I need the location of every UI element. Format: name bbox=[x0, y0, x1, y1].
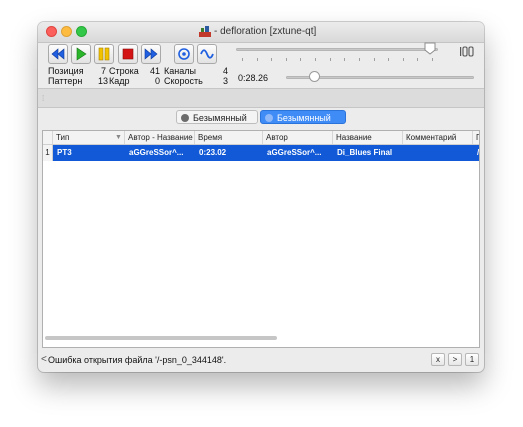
frame-value: 0 bbox=[154, 76, 160, 86]
column-header-type[interactable]: Тип ▼ bbox=[53, 131, 125, 144]
channels-label: Каналы bbox=[164, 66, 196, 76]
channels-value: 4 bbox=[222, 66, 228, 76]
status-values-col2: 41 0 bbox=[148, 66, 160, 86]
frame-label: Кадр bbox=[109, 76, 130, 86]
speed-label: Скорость bbox=[164, 76, 203, 86]
play-icon bbox=[76, 47, 87, 61]
status-values-col3: 4 3 bbox=[220, 66, 228, 86]
previous-track-button[interactable] bbox=[48, 44, 68, 64]
volume-tick-mark bbox=[242, 58, 243, 61]
status-bar: < Ошибка открытия файла '/-psn_0_344148'… bbox=[38, 352, 484, 372]
playlist-header: Тип ▼ Автор - Название Время Автор Назва… bbox=[43, 131, 479, 145]
window-title: - defloration [zxtune-qt] bbox=[214, 26, 317, 37]
cell-time: 0:23.02 bbox=[199, 148, 227, 157]
row-number: 1 bbox=[43, 145, 53, 161]
cell-author: aGGreSSor^... bbox=[267, 148, 322, 157]
column-header-author-title[interactable]: Автор - Название bbox=[125, 131, 195, 144]
rewind-icon bbox=[51, 48, 65, 60]
cell-extra: / bbox=[477, 148, 480, 157]
volume-tick-mark bbox=[358, 58, 360, 61]
cell-comment bbox=[403, 145, 473, 161]
status-labels-col2: Строка Кадр bbox=[109, 66, 139, 86]
tab-close-icon[interactable] bbox=[181, 114, 189, 122]
header-rownum bbox=[43, 131, 53, 144]
column-header-time[interactable]: Время bbox=[195, 131, 263, 144]
status-labels-col1: Позиция Паттерн bbox=[48, 66, 84, 86]
app-icon bbox=[199, 26, 211, 37]
speed-value: 3 bbox=[222, 76, 228, 86]
playback-mode-button[interactable] bbox=[174, 44, 194, 64]
seek-slider-thumb[interactable] bbox=[308, 71, 320, 82]
sort-indicator-icon: ▼ bbox=[115, 134, 122, 141]
stop-icon bbox=[122, 48, 134, 60]
title-bar: - defloration [zxtune-qt] bbox=[38, 22, 484, 43]
message-count: 1 bbox=[465, 353, 479, 366]
column-header-comment[interactable]: Комментарий bbox=[403, 131, 473, 144]
cell-type: PT3 bbox=[57, 148, 72, 157]
tab-label: Безымянный bbox=[193, 113, 247, 123]
playback-toolbar bbox=[38, 42, 484, 66]
row-label: Строка bbox=[109, 66, 139, 76]
grip-handle-icon[interactable]: ⁞ bbox=[42, 94, 44, 103]
tab-playlist-1[interactable]: Безымянный bbox=[176, 110, 258, 124]
app-window: - defloration [zxtune-qt] Позиция Паттер… bbox=[38, 22, 484, 372]
volume-tick-mark bbox=[417, 58, 419, 61]
horizontal-scrollbar[interactable] bbox=[45, 336, 277, 340]
play-button[interactable] bbox=[71, 44, 91, 64]
spectrum-analyzer-icon bbox=[460, 46, 474, 57]
minimize-window-button[interactable] bbox=[61, 26, 72, 37]
column-header-extra[interactable]: П bbox=[473, 131, 479, 144]
toolbar-separator: ⁞ bbox=[38, 88, 484, 108]
cell-title: Di_Blues Final bbox=[337, 148, 393, 157]
pattern-value: 13 bbox=[98, 76, 109, 86]
wave-icon bbox=[200, 49, 214, 59]
next-track-button[interactable] bbox=[141, 44, 161, 64]
volume-tick-mark bbox=[256, 58, 258, 61]
row-value: 41 bbox=[149, 66, 160, 76]
next-message-button[interactable]: > bbox=[448, 353, 462, 366]
tab-close-icon[interactable] bbox=[265, 114, 273, 122]
pattern-label: Паттерн bbox=[48, 76, 83, 86]
volume-tick-mark bbox=[344, 58, 346, 61]
status-labels-col3: Каналы Скорость bbox=[164, 66, 203, 86]
status-values-col1: 7 13 bbox=[98, 66, 109, 86]
column-header-title[interactable]: Название bbox=[333, 131, 403, 144]
cell-author-title: aGGreSSor^... bbox=[129, 148, 184, 157]
pause-icon bbox=[98, 47, 110, 61]
volume-slider-thumb[interactable] bbox=[424, 42, 436, 55]
volume-tick-mark bbox=[388, 58, 390, 61]
position-label: Позиция bbox=[48, 66, 84, 76]
close-window-button[interactable] bbox=[46, 26, 57, 37]
volume-tick-mark bbox=[402, 58, 404, 61]
tab-label: Безымянный bbox=[277, 113, 331, 123]
playlist-view: Тип ▼ Автор - Название Время Автор Назва… bbox=[42, 130, 480, 348]
zoom-window-button[interactable] bbox=[76, 26, 87, 37]
dismiss-message-button[interactable]: x bbox=[431, 353, 445, 366]
stop-button[interactable] bbox=[118, 44, 138, 64]
column-header-author[interactable]: Автор bbox=[263, 131, 333, 144]
volume-tick-mark bbox=[315, 58, 317, 61]
prev-message-button[interactable]: < bbox=[41, 354, 47, 365]
playback-time: 0:28.26 bbox=[238, 73, 269, 83]
tab-playlist-2[interactable]: Безымянный bbox=[260, 110, 346, 124]
volume-tick-mark bbox=[285, 58, 287, 61]
looping-icon bbox=[178, 48, 190, 60]
volume-tick-mark bbox=[329, 58, 331, 61]
pause-button[interactable] bbox=[94, 44, 114, 64]
volume-tick-mark bbox=[373, 58, 375, 61]
position-value: 7 bbox=[100, 66, 106, 76]
volume-tick-mark bbox=[432, 58, 433, 61]
volume-slider[interactable] bbox=[236, 48, 438, 51]
sequence-mode-button[interactable] bbox=[197, 44, 217, 64]
status-message: Ошибка открытия файла '/-psn_0_344148'. bbox=[48, 355, 227, 365]
fast-forward-icon bbox=[144, 48, 158, 60]
volume-tick-mark bbox=[300, 58, 302, 61]
volume-tick-mark bbox=[271, 58, 273, 61]
